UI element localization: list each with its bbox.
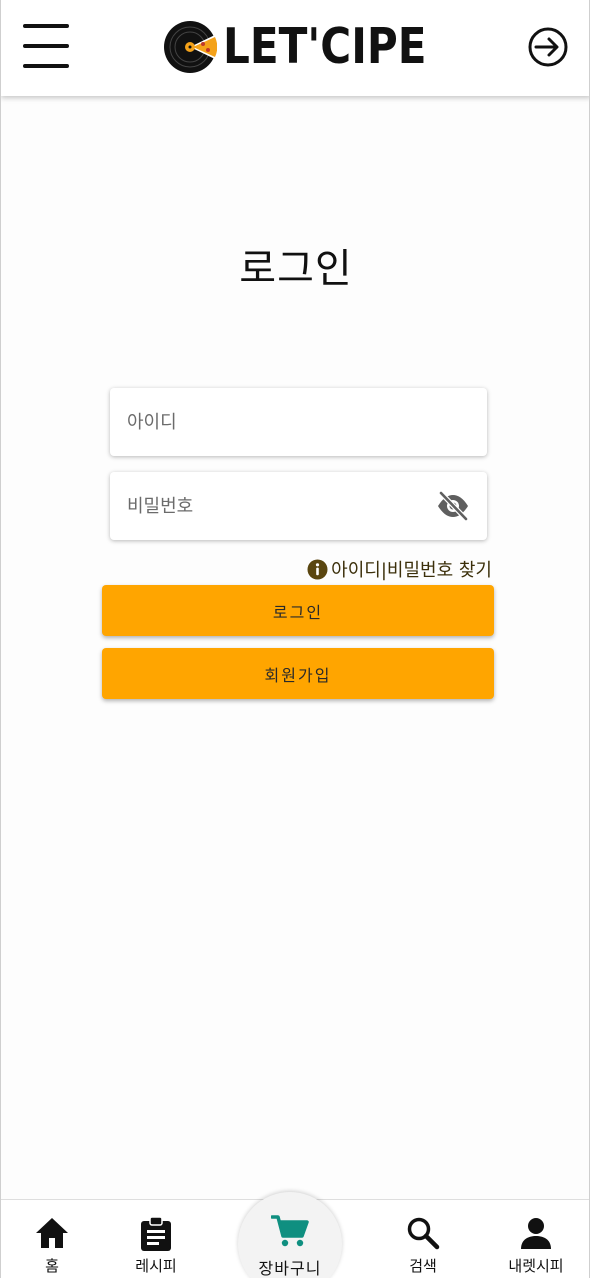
nav-cart-label: 장바구니 (258, 1259, 322, 1278)
password-input[interactable] (110, 472, 487, 540)
app-frame: LET'CIPE 로그인 아이디 아이디|비밀번호 찾기 로그인 회원가입 홈 … (0, 0, 590, 1278)
password-field-container (110, 472, 487, 540)
vinyl-pizza-logo-icon (164, 21, 217, 73)
menu-icon (23, 24, 69, 28)
info-icon (307, 559, 328, 579)
home-icon (36, 1218, 68, 1248)
nav-home-label: 홈 (45, 1257, 59, 1275)
nav-recipe[interactable]: 레시피 (111, 1200, 201, 1278)
nav-my-recipe-label: 내렛시피 (508, 1257, 564, 1275)
clipboard-icon (141, 1216, 171, 1251)
signup-button[interactable]: 회원가입 (102, 648, 494, 699)
menu-button[interactable] (23, 22, 71, 72)
cart-icon (271, 1215, 309, 1247)
login-arrow-icon (528, 27, 568, 67)
page-title: 로그인 (239, 246, 353, 292)
login-submit-button[interactable]: 로그인 (102, 585, 494, 636)
eye-off-icon (438, 491, 468, 521)
login-button[interactable] (526, 25, 570, 69)
id-input[interactable] (110, 388, 487, 456)
menu-icon-bar (23, 44, 69, 48)
logo-text: LET'CIPE (223, 18, 427, 75)
nav-recipe-label: 레시피 (135, 1257, 177, 1275)
toggle-password-visibility-button[interactable] (436, 490, 470, 522)
search-icon (407, 1217, 440, 1250)
nav-home[interactable]: 홈 (7, 1200, 97, 1278)
person-icon (521, 1218, 551, 1249)
find-account-link[interactable]: 아이디|비밀번호 찾기 (307, 556, 492, 582)
find-account-label: 아이디|비밀번호 찾기 (331, 560, 492, 581)
nav-search-label: 검색 (409, 1257, 437, 1275)
nav-search[interactable]: 검색 (378, 1200, 468, 1278)
app-logo[interactable]: LET'CIPE (163, 20, 460, 74)
id-field-container (110, 388, 487, 456)
top-app-bar: LET'CIPE (1, 0, 589, 96)
menu-icon-bar (23, 64, 69, 68)
nav-my-recipe[interactable]: 내렛시피 (491, 1200, 581, 1278)
